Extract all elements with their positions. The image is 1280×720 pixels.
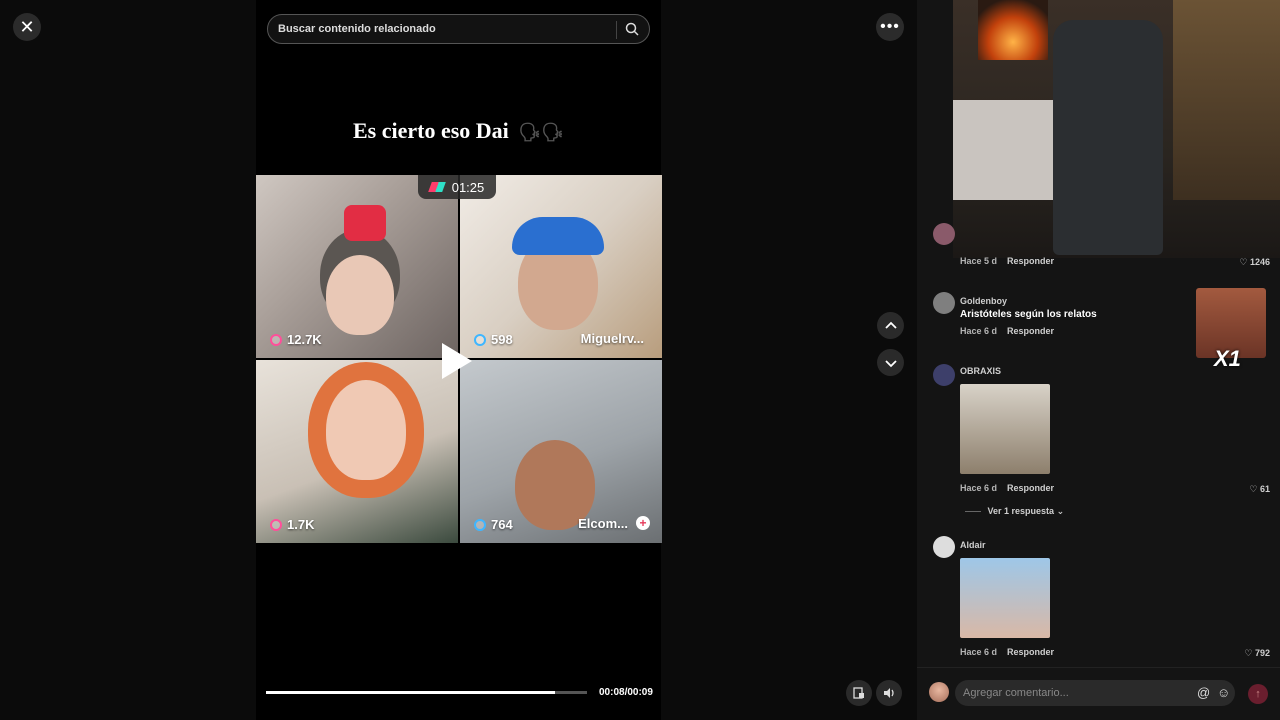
comment-image[interactable] (960, 384, 1050, 474)
streamer-webcam-overlay (953, 0, 1280, 258)
progress-bar[interactable] (266, 691, 587, 694)
like-count[interactable]: ♡ 1246 (1239, 257, 1270, 268)
video-player[interactable]: Es cierto eso Dai 🗣🗣 12.7K 598 Miguelrv.… (256, 0, 662, 720)
live-tile[interactable]: 1.7K (256, 360, 458, 543)
comment-input-wrapper: @ ☺ (955, 680, 1235, 706)
crown-decoration (344, 205, 386, 241)
search-bar (267, 14, 650, 44)
reply-button[interactable]: Responder (1007, 647, 1054, 657)
comment-bar: @ ☺ ↑ (917, 667, 1280, 720)
comment-text: Aristóteles según los relatos (960, 309, 1097, 320)
like-count[interactable]: ♡ 61 (1249, 484, 1270, 495)
avatar[interactable] (933, 536, 955, 558)
playback-time: 00:08/00:09 (599, 687, 653, 698)
avatar[interactable] (933, 223, 955, 245)
progress-fill (266, 691, 555, 694)
comment-meta: Hace 6 d Responder (960, 326, 1055, 336)
chevron-down-icon: ⌄ (1056, 506, 1065, 516)
next-video-button[interactable] (877, 349, 904, 376)
caption-emoji: 🗣🗣 (518, 122, 564, 142)
video-caption: Es cierto eso Dai 🗣🗣 (256, 118, 661, 144)
close-button[interactable]: ✕ (13, 13, 41, 41)
avatar[interactable] (933, 364, 955, 386)
live-tile[interactable]: 764 Elcom... + (460, 360, 662, 543)
search-icon[interactable] (624, 21, 640, 37)
pip-icon (853, 687, 864, 699)
gift-count: 1.7K (270, 517, 314, 532)
comment-meta: Hace 6 d Responder (960, 647, 1055, 657)
fireplace-image (978, 0, 1048, 60)
coin-icon (474, 518, 486, 531)
arrow-up-icon: ↑ (1255, 688, 1261, 700)
floating-player-button[interactable] (846, 680, 872, 706)
reply-button[interactable]: Responder (1007, 326, 1054, 336)
avatar[interactable] (933, 292, 955, 314)
avatar (929, 682, 949, 702)
comment-input[interactable] (963, 687, 1193, 699)
coin-icon (270, 333, 282, 346)
chevron-up-icon (884, 321, 897, 329)
live-tile[interactable]: 598 Miguelrv... (460, 175, 662, 358)
emoji-icon[interactable]: ☺ (1217, 685, 1230, 700)
mention-icon[interactable]: @ (1197, 685, 1210, 700)
participant-name: Miguelrv... (580, 331, 644, 346)
comment-username[interactable]: Aldair (960, 540, 986, 550)
live-grid: 12.7K 598 Miguelrv... 1.7K 764 Elcom... … (256, 175, 662, 543)
meme-sticker: X1 (1196, 288, 1266, 371)
gaming-chair-image (1053, 20, 1163, 255)
live-timer: 01:25 (418, 175, 496, 199)
coin-icon (474, 333, 486, 346)
comment-meta: Hace 6 d Responder (960, 483, 1055, 493)
comment-image[interactable] (960, 558, 1050, 638)
caption-text: Es cierto eso Dai (353, 118, 509, 143)
comment-meta: Hace 5 d Responder (960, 256, 1055, 266)
participant-image (326, 380, 406, 480)
volume-button[interactable] (876, 680, 902, 706)
live-tile[interactable]: 12.7K (256, 175, 458, 358)
close-icon: ✕ (19, 16, 35, 37)
cap-decoration (512, 217, 604, 255)
more-icon: ••• (880, 18, 900, 35)
more-options-button[interactable]: ••• (876, 13, 904, 41)
view-replies-button[interactable]: Ver 1 respuesta ⌄ (965, 506, 1064, 517)
participant-image (326, 255, 394, 335)
gift-count: 12.7K (270, 332, 322, 347)
shelf-image (1173, 0, 1280, 200)
send-button[interactable]: ↑ (1248, 684, 1268, 704)
participant-name: Elcom... (578, 516, 628, 531)
like-count[interactable]: ♡ 792 (1244, 648, 1270, 659)
comment-username[interactable]: Goldenboy (960, 296, 1007, 306)
bed-image (953, 100, 1053, 200)
search-divider (616, 21, 617, 39)
play-icon[interactable] (442, 343, 472, 379)
chevron-down-icon (884, 359, 897, 367)
volume-icon (884, 688, 894, 698)
previous-video-button[interactable] (877, 312, 904, 339)
coin-icon (270, 518, 282, 531)
match-logo-icon (427, 182, 446, 192)
follow-plus-icon[interactable]: + (636, 516, 650, 530)
meme-label: X1 (1214, 346, 1241, 371)
search-input[interactable] (278, 23, 603, 35)
comment-username[interactable]: OBRAXIS (960, 366, 1001, 376)
gift-count: 764 (474, 517, 513, 532)
reply-button[interactable]: Responder (1007, 483, 1054, 493)
gift-count: 598 (474, 332, 513, 347)
reply-button[interactable]: Responder (1007, 256, 1054, 266)
